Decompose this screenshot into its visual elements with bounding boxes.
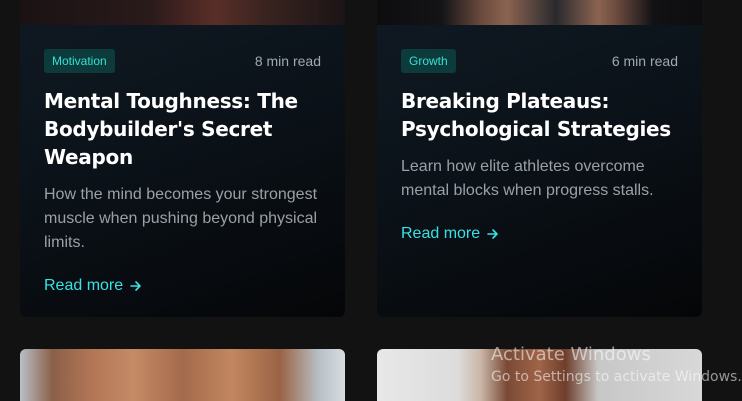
read-more-label: Read more — [44, 277, 124, 294]
card-description: Learn how elite athletes overcome mental… — [401, 158, 654, 199]
card-title[interactable]: Breaking Plateaus: Psychological Strateg… — [401, 87, 678, 143]
read-more-link[interactable]: Read more — [401, 225, 500, 243]
watermark-title: Activate Windows — [491, 344, 651, 365]
article-card[interactable]: Motivation 8 min read Mental Toughness: … — [20, 0, 345, 317]
card-meta: Motivation 8 min read — [44, 49, 321, 73]
read-more-link[interactable]: Read more — [44, 277, 143, 295]
arrow-right-icon — [130, 281, 141, 291]
category-tag: Motivation — [44, 49, 115, 73]
category-tag: Growth — [401, 49, 456, 73]
read-more-label: Read more — [401, 225, 481, 242]
read-time: 8 min read — [254, 53, 321, 69]
card-image — [20, 0, 345, 25]
card-description: How the mind becomes your strongest musc… — [44, 186, 318, 251]
activate-windows-watermark: Activate Windows Go to Settings to activ… — [491, 344, 742, 387]
watermark-subtitle: Go to Settings to activate Windows. — [491, 369, 742, 385]
card-title[interactable]: Mental Toughness: The Bodybuilder's Secr… — [44, 87, 321, 171]
card-body: Motivation 8 min read Mental Toughness: … — [44, 49, 321, 295]
article-card[interactable]: Growth 6 min read Breaking Plateaus: Psy… — [377, 0, 702, 317]
read-time: 6 min read — [611, 53, 678, 69]
arrow-right-icon — [487, 229, 498, 239]
card-meta: Growth 6 min read — [401, 49, 678, 73]
card-body: Growth 6 min read Breaking Plateaus: Psy… — [401, 49, 678, 243]
article-card-image[interactable] — [20, 349, 345, 401]
card-image — [377, 0, 702, 25]
